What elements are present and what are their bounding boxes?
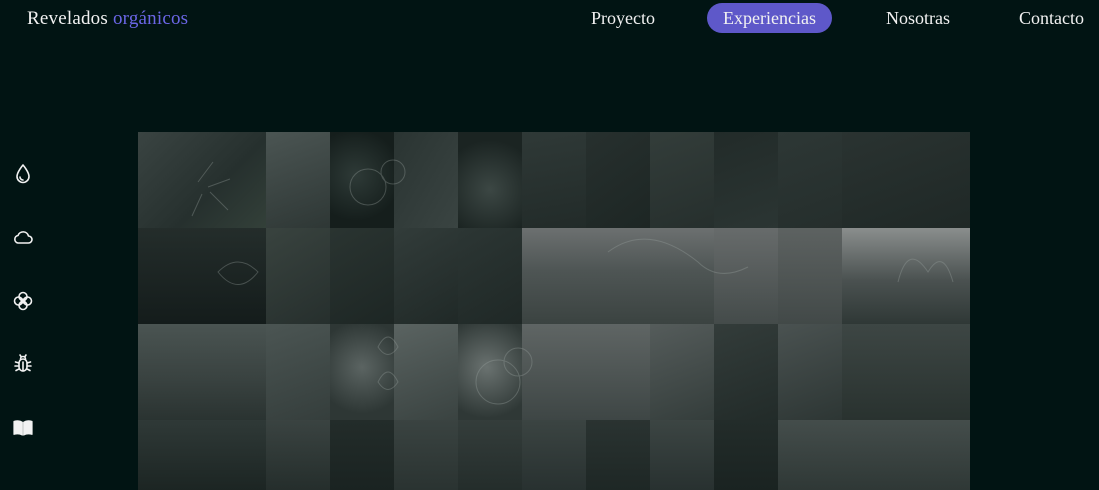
photo-mosaic-gallery: [138, 132, 970, 490]
site-logo[interactable]: Revelados orgánicos: [27, 8, 188, 30]
mosaic-texture-overlay: [191, 159, 954, 405]
bug-icon[interactable]: [11, 352, 35, 376]
nav-item-contacto[interactable]: Contacto: [1019, 3, 1084, 33]
flower-icon[interactable]: [11, 289, 35, 313]
nav-item-proyecto[interactable]: Proyecto: [591, 3, 655, 33]
cloud-icon[interactable]: [11, 225, 35, 249]
book-icon[interactable]: [11, 416, 35, 440]
brand-name-part-1: Revelados: [27, 8, 108, 29]
brand-name-part-2: orgánicos: [112, 8, 189, 29]
top-navigation: Revelados orgánicos Proyecto Experiencias…: [0, 0, 1099, 40]
nav-item-experiencias[interactable]: Experiencias: [707, 3, 832, 33]
water-drop-icon[interactable]: [11, 162, 35, 186]
nav-item-nosotras[interactable]: Nosotras: [886, 3, 950, 33]
